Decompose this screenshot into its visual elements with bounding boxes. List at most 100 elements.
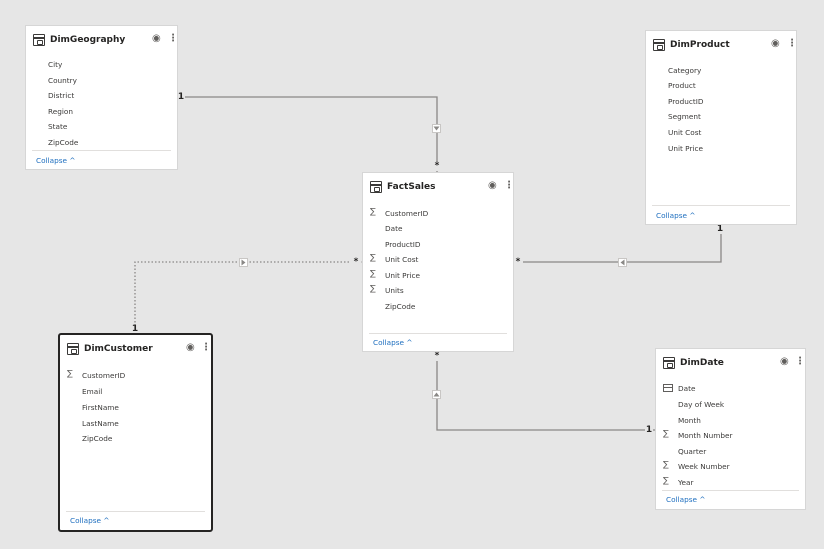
- more-options-icon[interactable]: ⋮: [504, 180, 514, 191]
- field-item[interactable]: State: [48, 122, 67, 131]
- table-card-dimdate[interactable]: DimDate ◉ ⋮ Date Day of Week Month ∑ Mon…: [655, 348, 806, 510]
- cardinality-many-factsales-top: *: [432, 162, 442, 171]
- table-header[interactable]: DimProduct ◉ ⋮: [646, 31, 797, 61]
- sigma-icon: ∑: [663, 460, 669, 470]
- relationship-line-date-factsales[interactable]: [436, 352, 655, 431]
- eye-icon[interactable]: ◉: [780, 356, 789, 367]
- field-item[interactable]: District: [48, 91, 74, 100]
- sigma-icon: ∑: [370, 207, 376, 217]
- table-header[interactable]: DimDate ◉ ⋮: [656, 349, 805, 379]
- field-item[interactable]: LastName: [82, 419, 119, 428]
- filter-direction-arrow-customer: [239, 258, 248, 267]
- collapse-link[interactable]: Collapse ^: [373, 338, 412, 347]
- field-item[interactable]: ZipCode: [385, 302, 415, 311]
- table-title: DimCustomer: [84, 344, 153, 354]
- filter-direction-arrow-product: [618, 258, 627, 267]
- field-item[interactable]: ZipCode: [82, 434, 112, 443]
- field-item[interactable]: City: [48, 60, 62, 69]
- field-item[interactable]: CustomerID: [385, 209, 428, 218]
- field-item[interactable]: Country: [48, 76, 77, 85]
- cardinality-many-factsales-left: *: [351, 258, 361, 267]
- field-item[interactable]: Region: [48, 107, 73, 116]
- table-title: FactSales: [387, 182, 436, 192]
- field-item[interactable]: Unit Cost: [385, 255, 418, 264]
- field-item[interactable]: Product: [668, 81, 696, 90]
- collapse-label: Collapse: [666, 495, 698, 504]
- eye-icon[interactable]: ◉: [488, 180, 497, 191]
- divider: [652, 205, 790, 206]
- field-item[interactable]: Week Number: [678, 462, 730, 471]
- table-card-dimcustomer[interactable]: DimCustomer ◉ ⋮ ∑ CustomerID Email First…: [58, 333, 213, 532]
- more-options-icon[interactable]: ⋮: [201, 342, 211, 353]
- chevron-up-icon: ^: [689, 211, 696, 220]
- table-card-dimproduct[interactable]: DimProduct ◉ ⋮ Category Product ProductI…: [645, 30, 797, 225]
- field-item[interactable]: Unit Price: [385, 271, 420, 280]
- sigma-icon: ∑: [370, 253, 376, 263]
- cardinality-one-date: 1: [645, 425, 653, 435]
- field-item[interactable]: Segment: [668, 112, 701, 121]
- field-item[interactable]: Month: [678, 416, 701, 425]
- eye-icon[interactable]: ◉: [186, 342, 195, 353]
- divider: [369, 333, 507, 334]
- field-item[interactable]: Email: [82, 387, 102, 396]
- chevron-up-icon: ^: [103, 516, 110, 525]
- table-icon: [33, 34, 45, 46]
- sigma-icon: ∑: [67, 369, 73, 379]
- sigma-icon: ∑: [663, 429, 669, 439]
- table-icon: [663, 357, 675, 369]
- chevron-up-icon: ^: [69, 156, 76, 165]
- field-item[interactable]: ProductID: [668, 97, 703, 106]
- filter-direction-arrow-geography: [432, 124, 441, 133]
- table-icon: [653, 39, 665, 51]
- relationship-line-geography-factsales[interactable]: [178, 96, 438, 172]
- field-item[interactable]: Year: [678, 478, 693, 487]
- table-icon: [370, 181, 382, 193]
- eye-icon[interactable]: ◉: [152, 33, 161, 44]
- table-icon: [67, 343, 79, 355]
- field-item[interactable]: Month Number: [678, 431, 733, 440]
- table-header[interactable]: FactSales ◉ ⋮: [363, 173, 514, 203]
- cardinality-many-factsales-right: *: [513, 258, 523, 267]
- collapse-label: Collapse: [373, 338, 405, 347]
- field-item[interactable]: Day of Week: [678, 400, 724, 409]
- collapse-link[interactable]: Collapse ^: [656, 211, 695, 220]
- table-card-factsales[interactable]: FactSales ◉ ⋮ ∑ CustomerID Date ProductI…: [362, 172, 514, 352]
- collapse-link[interactable]: Collapse ^: [666, 495, 705, 504]
- field-item[interactable]: Quarter: [678, 447, 706, 456]
- field-item[interactable]: Date: [385, 224, 402, 233]
- relationship-line-customer-factsales[interactable]: [134, 261, 362, 333]
- divider: [32, 150, 171, 151]
- field-item[interactable]: CustomerID: [82, 371, 125, 380]
- sigma-icon: ∑: [370, 284, 376, 294]
- relationship-line-product-factsales[interactable]: [514, 225, 722, 263]
- field-item[interactable]: Unit Cost: [668, 128, 701, 137]
- cardinality-many-factsales-bottom: *: [432, 352, 442, 361]
- table-header[interactable]: DimCustomer ◉ ⋮: [60, 335, 211, 365]
- filter-direction-arrow-date: [432, 390, 441, 399]
- table-header[interactable]: DimGeography ◉ ⋮: [26, 26, 178, 56]
- sigma-icon: ∑: [370, 269, 376, 279]
- chevron-up-icon: ^: [699, 495, 706, 504]
- cardinality-one-product: 1: [716, 224, 724, 234]
- field-item[interactable]: ZipCode: [48, 138, 78, 147]
- cardinality-one-geography: 1: [177, 92, 185, 102]
- field-item[interactable]: FirstName: [82, 403, 119, 412]
- collapse-label: Collapse: [36, 156, 68, 165]
- field-item[interactable]: ProductID: [385, 240, 420, 249]
- more-options-icon[interactable]: ⋮: [787, 38, 797, 49]
- divider: [66, 511, 205, 512]
- table-title: DimGeography: [50, 35, 126, 45]
- table-card-dimgeography[interactable]: DimGeography ◉ ⋮ City Country District R…: [25, 25, 178, 170]
- more-options-icon[interactable]: ⋮: [795, 356, 805, 367]
- collapse-link[interactable]: Collapse ^: [36, 156, 75, 165]
- more-options-icon[interactable]: ⋮: [168, 33, 178, 44]
- eye-icon[interactable]: ◉: [771, 38, 780, 49]
- table-title: DimProduct: [670, 40, 730, 50]
- calendar-icon: [663, 384, 673, 392]
- collapse-link[interactable]: Collapse ^: [70, 516, 109, 525]
- field-item[interactable]: Units: [385, 286, 404, 295]
- field-item[interactable]: Unit Price: [668, 144, 703, 153]
- field-item[interactable]: Date: [678, 384, 695, 393]
- field-item[interactable]: Category: [668, 66, 701, 75]
- collapse-label: Collapse: [656, 211, 688, 220]
